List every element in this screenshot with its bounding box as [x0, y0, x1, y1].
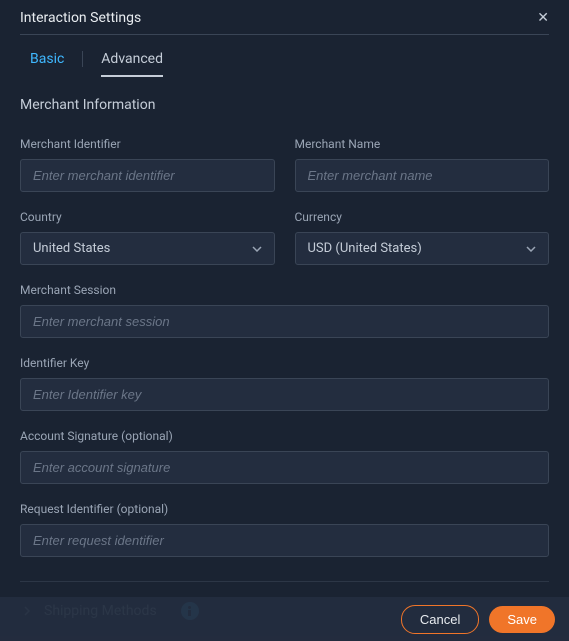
merchant-name-input[interactable] [295, 159, 550, 192]
country-select[interactable]: United States [20, 232, 275, 265]
merchant-identifier-label: Merchant Identifier [20, 137, 275, 151]
identifier-key-input[interactable] [20, 378, 549, 411]
tab-advanced[interactable]: Advanced [91, 45, 173, 77]
tab-basic[interactable]: Basic [20, 45, 74, 77]
tab-basic-label: Basic [30, 51, 64, 67]
section-divider [20, 581, 549, 582]
identifier-key-label: Identifier Key [20, 356, 549, 370]
merchant-identifier-input[interactable] [20, 159, 275, 192]
chevron-down-icon [526, 244, 536, 254]
footer: Cancel Save [0, 597, 569, 641]
currency-label: Currency [295, 210, 550, 224]
currency-select[interactable]: USD (United States) [295, 232, 550, 265]
close-icon[interactable]: ✕ [537, 11, 549, 25]
merchant-name-label: Merchant Name [295, 137, 550, 151]
cancel-button[interactable]: Cancel [401, 605, 479, 634]
modal-title: Interaction Settings [20, 10, 141, 26]
chevron-down-icon [252, 244, 262, 254]
country-label: Country [20, 210, 275, 224]
section-merchant-info: Merchant Information [20, 97, 549, 113]
request-identifier-label: Request Identifier (optional) [20, 502, 549, 516]
country-value: United States [33, 241, 110, 256]
account-signature-label: Account Signature (optional) [20, 429, 549, 443]
currency-value: USD (United States) [308, 241, 422, 256]
merchant-session-label: Merchant Session [20, 283, 549, 297]
tab-separator [82, 51, 83, 67]
tab-advanced-label: Advanced [101, 51, 163, 67]
merchant-session-input[interactable] [20, 305, 549, 338]
account-signature-input[interactable] [20, 451, 549, 484]
save-button[interactable]: Save [489, 606, 555, 633]
tab-underline [101, 75, 163, 77]
request-identifier-input[interactable] [20, 524, 549, 557]
